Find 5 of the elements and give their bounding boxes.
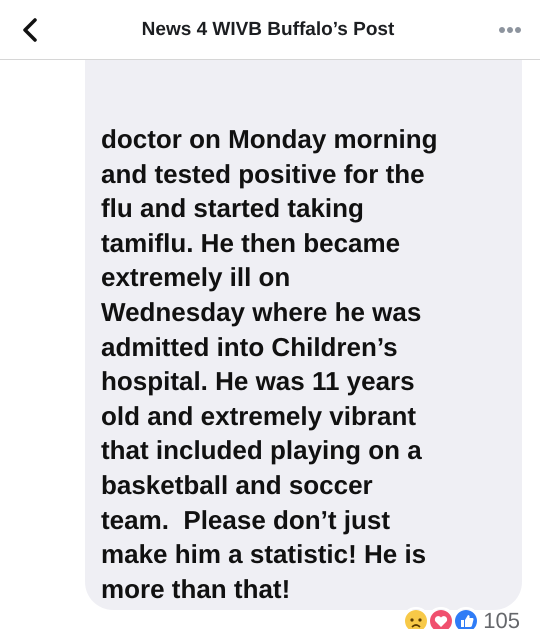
back-icon[interactable] [22,18,38,42]
post-title: News 4 WIVB Buffalo’s Post [140,18,396,40]
reaction-count: 105 [483,608,520,629]
comment-text: doctor on Monday morning and tested positive for the flu and started taking tamiflu. He then became extremely ill on Wednesday where he was admitted into Children’s hospital. He was 11 years old and extremely vibrant that included playing on a basketball and soccer team. Please don’t just make him a statistic! He is more than that! [101,123,438,606]
more-icon[interactable] [498,26,522,34]
